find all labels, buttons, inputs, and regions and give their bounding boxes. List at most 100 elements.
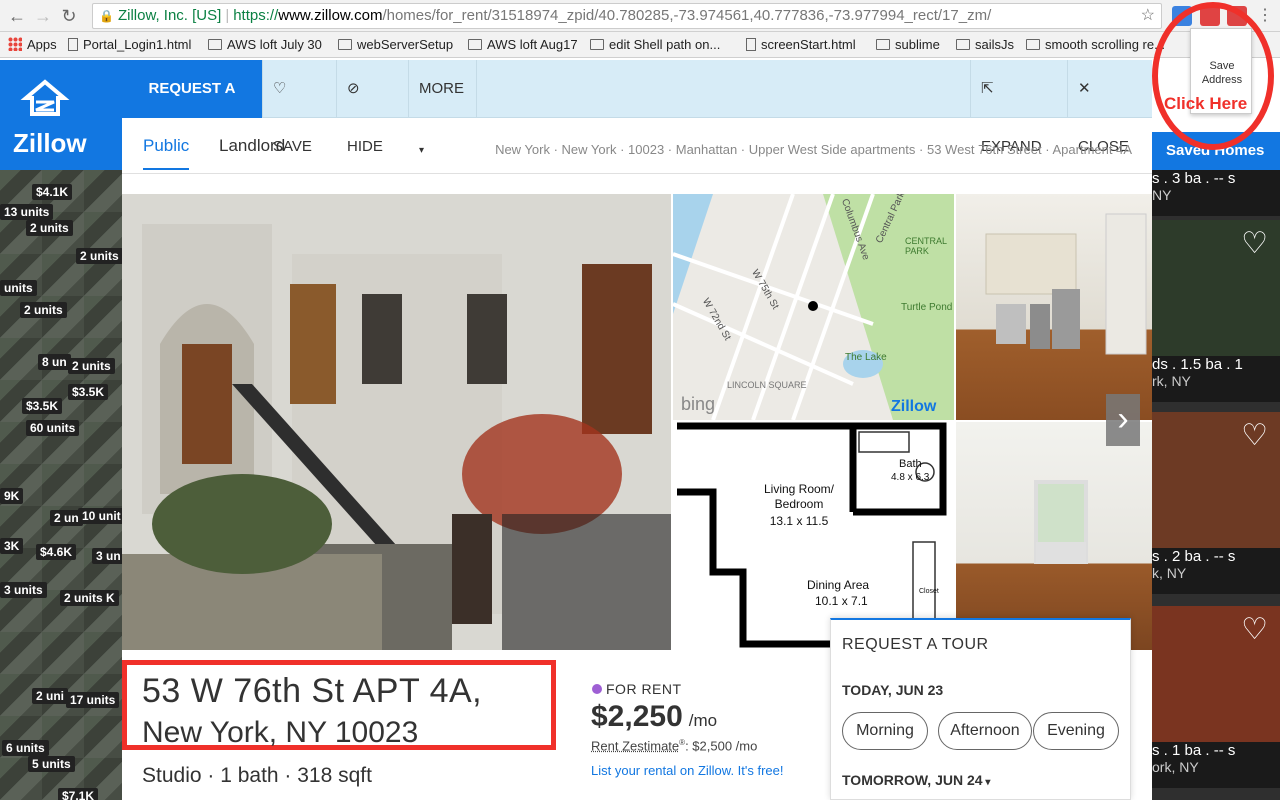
listing-price: $2,250/mo <box>591 700 718 733</box>
listing-card-text[interactable]: s . 2 ba . -- s k, NY <box>1152 548 1280 594</box>
floorplan-label: Bath <box>899 458 922 470</box>
listing-status: FOR RENT <box>592 681 682 697</box>
map-area-label: The Lake <box>845 352 887 363</box>
bookmark-item[interactable]: Portal_Login1.html <box>68 36 191 54</box>
map-pin[interactable]: 2 units <box>20 302 67 318</box>
bookmark-folder[interactable]: smooth scrolling re... <box>1026 36 1165 54</box>
map-pin[interactable]: $3.5K <box>22 398 63 414</box>
bookmark-folder[interactable]: AWS loft Aug17 <box>468 36 578 54</box>
map-pin[interactable]: 2 units <box>68 358 115 374</box>
map-pin[interactable]: 2 units <box>76 248 122 264</box>
tour-slot-morning[interactable]: Morning <box>842 712 928 750</box>
tour-panel-title: REQUEST A TOUR <box>842 636 989 653</box>
map-pin[interactable]: $7.1K <box>58 788 99 800</box>
map-pin[interactable]: 60 units <box>26 420 80 436</box>
tour-slot-evening[interactable]: Evening <box>1033 712 1119 750</box>
menu-icon[interactable]: ⋮ <box>1254 5 1276 27</box>
save-button[interactable]: ♡ SAVE <box>263 60 337 155</box>
expand-button[interactable]: ⇱ EXPAND <box>970 60 1068 155</box>
map-pin[interactable]: 9K <box>0 488 24 504</box>
bookmark-folder[interactable]: webServerSetup <box>338 36 453 54</box>
tab-public[interactable]: Public <box>143 136 190 170</box>
map-pin[interactable]: 6 units <box>2 740 49 756</box>
bookmark-folder[interactable]: sublime <box>876 36 940 54</box>
bookmark-folder[interactable]: sailsJs <box>956 36 1014 54</box>
floorplan-photo[interactable]: Living Room/ Bedroom 13.1 x 11.5 Bath 4.… <box>673 422 954 650</box>
map-pin[interactable]: 2 units <box>26 220 73 236</box>
listing-toolbar: REQUEST A TOUR ♡ SAVE ⊘ HIDE MORE ▾ ⇱ EX… <box>122 60 1152 156</box>
hide-button[interactable]: ⊘ HIDE <box>337 60 409 155</box>
bookmark-folder[interactable]: edit Shell path on... <box>590 36 720 54</box>
map-pin[interactable]: 2 uni <box>32 688 69 704</box>
breadcrumb-item[interactable]: 10023 <box>628 142 664 157</box>
list-rental-link[interactable]: List your rental on Zillow. It's free! <box>591 760 791 782</box>
close-button[interactable]: ✕ CLOSE <box>1068 60 1152 155</box>
map-pin[interactable]: 13 units <box>0 204 54 220</box>
kitchen-photo[interactable] <box>956 194 1152 420</box>
background-map[interactable]: $4.1K 13 units 2 units 2 units units 2 u… <box>0 170 122 800</box>
map-pin[interactable]: $4.6K <box>36 544 77 560</box>
breadcrumb-item[interactable]: New York <box>495 142 550 157</box>
map-area-label: LINCOLN SQUARE <box>727 380 807 390</box>
listing-card-text[interactable]: s . 1 ba . -- s ork, NY <box>1152 742 1280 788</box>
map-pin[interactable]: $3.5K <box>68 384 109 400</box>
breadcrumb-item[interactable]: 53 West 76th Street <box>927 142 1042 157</box>
folder-icon <box>590 39 604 50</box>
map-pin[interactable]: 3 un <box>92 548 122 564</box>
room-photo[interactable] <box>956 422 1152 650</box>
browser-toolbar: ← → ↻ 🔒 Zillow, Inc. [US] | https://www.zil… <box>0 0 1280 32</box>
map-pin[interactable]: 5 units <box>28 756 75 772</box>
folder-icon <box>876 39 890 50</box>
map-pin[interactable]: 17 units <box>66 692 120 708</box>
breadcrumb-item[interactable]: New York <box>562 142 617 157</box>
listing-card-text[interactable]: s . 3 ba . -- s NY <box>1152 170 1280 216</box>
more-button[interactable]: MORE ▾ <box>409 60 477 156</box>
request-tour-button[interactable]: REQUEST A TOUR <box>122 60 263 155</box>
map-pin[interactable]: 10 unit <box>78 508 122 524</box>
close-icon: ✕ <box>1078 80 1091 97</box>
address-bar[interactable]: 🔒 Zillow, Inc. [US] | https://www.zillow.co… <box>92 3 1162 29</box>
listing-card-text[interactable]: ds . 1.5 ba . 1 rk, NY <box>1152 356 1280 402</box>
listing-address-line1: 53 W 76th St APT 4A, <box>142 672 483 710</box>
breadcrumb-item[interactable]: Manhattan <box>676 142 737 157</box>
map-pin[interactable]: units <box>0 280 37 296</box>
heart-icon[interactable]: ♡ <box>1241 226 1268 261</box>
url-host: www.zillow.com <box>278 7 383 24</box>
listing-tabs: Public Landlord New York · New York · 10… <box>122 118 1152 174</box>
next-photo-button[interactable]: › <box>1106 394 1140 446</box>
map-thumbnail[interactable]: W 75th St W 72nd St Columbus Ave Central… <box>673 194 954 420</box>
listing-card-photo[interactable]: ♡ <box>1152 220 1280 356</box>
apps-icon <box>8 37 22 51</box>
bookmark-apps[interactable]: Apps <box>8 36 57 54</box>
back-icon[interactable]: ← <box>6 5 28 27</box>
url-path: /homes/for_rent/31518974_zpid/40.780285,… <box>382 7 992 24</box>
tour-slot-afternoon[interactable]: Afternoon <box>938 712 1032 750</box>
zestimate-link[interactable]: Rent Zestimate <box>591 738 679 753</box>
map-area-label: Turtle Pond <box>901 302 953 313</box>
bookmark-star-icon[interactable]: ☆ <box>1141 4 1155 28</box>
annotation-circle <box>1152 2 1274 150</box>
forward-icon[interactable]: → <box>32 5 54 27</box>
tab-landlord[interactable]: Landlord <box>219 136 285 168</box>
breadcrumb-item[interactable]: Apartment 4A <box>1053 142 1133 157</box>
chevron-right-icon: › <box>1117 400 1129 438</box>
map-pin[interactable]: 8 un <box>38 354 71 370</box>
tour-date-tomorrow[interactable]: TOMORROW, JUN 24 ▾ <box>842 772 990 788</box>
listing-card-photo[interactable]: ♡ <box>1152 412 1280 548</box>
main-photo[interactable] <box>122 194 671 650</box>
listing-card-photo[interactable]: ♡ <box>1152 606 1280 742</box>
zillow-logo[interactable]: Zillow <box>0 60 122 170</box>
map-pin[interactable]: 3 units <box>0 582 47 598</box>
floorplan-dimension: 10.1 x 7.1 <box>815 594 868 608</box>
bookmark-folder[interactable]: AWS loft July 30 <box>208 36 322 54</box>
map-pin[interactable]: 3K <box>0 538 24 554</box>
map-pin[interactable]: 2 units K <box>60 590 119 606</box>
bookmark-item[interactable]: screenStart.html <box>746 36 856 54</box>
reload-icon[interactable]: ↻ <box>58 5 80 27</box>
breadcrumb-item[interactable]: Upper West Side apartments <box>749 142 916 157</box>
heart-icon[interactable]: ♡ <box>1241 612 1268 647</box>
folder-icon <box>208 39 222 50</box>
map-pin[interactable]: $4.1K <box>32 184 73 200</box>
site-identity[interactable]: Zillow, Inc. [US] <box>118 7 221 24</box>
heart-icon[interactable]: ♡ <box>1241 418 1268 453</box>
